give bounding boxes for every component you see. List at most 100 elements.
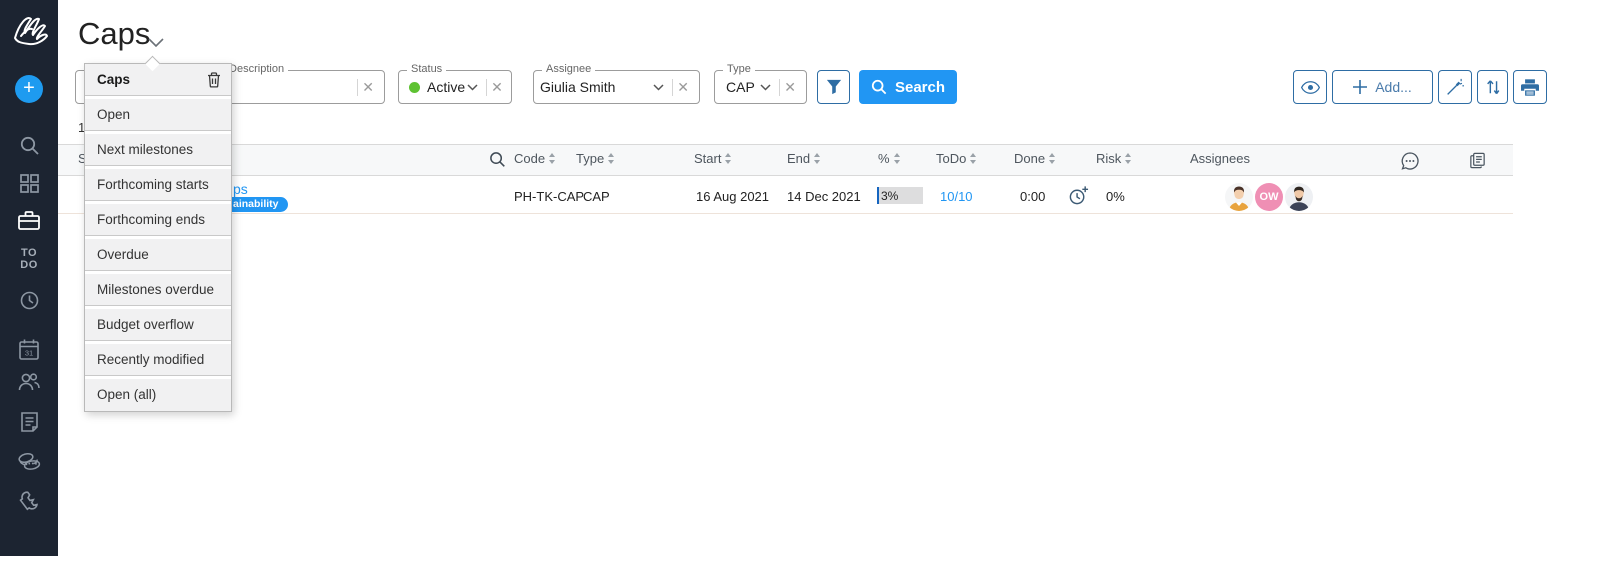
menu-item-open[interactable]: Open xyxy=(85,99,231,131)
menu-item-caps[interactable]: Caps xyxy=(85,64,231,96)
sidebar-item-budget[interactable] xyxy=(0,449,58,473)
dashboard-grid-icon xyxy=(19,173,40,194)
calendar-icon: 31 xyxy=(18,338,40,361)
menu-item-recently-modified[interactable]: Recently modified xyxy=(85,344,231,376)
assignee-dropdown-toggle[interactable] xyxy=(651,84,666,91)
delete-view-button[interactable] xyxy=(207,72,221,88)
status-value: Active xyxy=(427,79,465,95)
type-filter-label: Type xyxy=(723,63,755,75)
sidebar-item-calendar[interactable]: 31 xyxy=(0,337,58,361)
column-header-code[interactable]: Code xyxy=(514,151,556,166)
clear-description-icon[interactable]: ✕ xyxy=(357,79,378,96)
sidebar-item-admin[interactable] xyxy=(0,489,58,513)
assignee-avatar xyxy=(1285,183,1313,211)
menu-item-open-all[interactable]: Open (all) xyxy=(85,379,231,411)
chevron-down-icon xyxy=(467,84,478,91)
assignee-avatar-initials: OW xyxy=(1255,183,1283,211)
sidebar-item-todo[interactable]: TODO xyxy=(0,247,58,271)
cell-done-time: 0:00 xyxy=(1020,189,1045,204)
sort-icon xyxy=(1125,153,1132,164)
type-filter-field[interactable]: Type CAP ✕ xyxy=(714,70,807,104)
column-header-risk[interactable]: Risk xyxy=(1096,151,1132,166)
sort-icon xyxy=(970,153,977,164)
menu-item-forthcoming-ends[interactable]: Forthcoming ends xyxy=(85,204,231,236)
search-button[interactable]: Search xyxy=(859,70,957,104)
sidebar-item-projects[interactable] xyxy=(0,208,58,232)
trash-icon xyxy=(207,72,221,88)
clock-plus-icon xyxy=(1068,185,1089,206)
view-button[interactable] xyxy=(1293,70,1327,104)
chevron-down-icon xyxy=(760,84,771,91)
cell-risk: 0% xyxy=(1106,189,1125,204)
advanced-filter-button[interactable] xyxy=(817,70,850,104)
menu-item-overdue[interactable]: Overdue xyxy=(85,239,231,271)
sort-icon xyxy=(814,153,821,164)
filter-funnel-icon xyxy=(826,79,842,95)
search-icon xyxy=(871,79,887,95)
coins-icon xyxy=(17,450,42,472)
wizard-button[interactable] xyxy=(1438,70,1472,104)
column-header-todo[interactable]: ToDo xyxy=(936,151,977,166)
menu-item-budget-overflow[interactable]: Budget overflow xyxy=(85,309,231,341)
sidebar-item-search[interactable] xyxy=(0,134,58,156)
cell-end-date: 14 Dec 2021 xyxy=(787,189,861,204)
status-dropdown-toggle[interactable] xyxy=(465,84,480,91)
column-header-assignees: Assignees xyxy=(1190,151,1250,166)
sort-icon xyxy=(725,153,732,164)
briefcase-icon xyxy=(17,209,41,232)
status-filter-label: Status xyxy=(407,63,446,75)
assignee-value: Giulia Smith xyxy=(540,79,615,95)
comment-bubble-icon xyxy=(1400,151,1420,171)
clear-status-icon[interactable]: ✕ xyxy=(486,79,507,96)
title-menu-toggle[interactable] xyxy=(148,34,164,52)
row-divider xyxy=(58,213,1513,214)
column-header-type[interactable]: Type xyxy=(576,151,615,166)
views-dropdown-menu: Caps Open Next milestones Forthcoming st… xyxy=(84,63,232,412)
assignee-avatar xyxy=(1225,183,1253,211)
print-button[interactable] xyxy=(1513,70,1547,104)
chevron-down-icon xyxy=(148,38,164,47)
plus-icon[interactable]: + xyxy=(15,75,43,103)
column-header-start[interactable]: Start xyxy=(694,151,732,166)
column-header-done[interactable]: Done xyxy=(1014,151,1056,166)
wrench-icon xyxy=(18,490,41,513)
search-button-label: Search xyxy=(895,79,945,96)
add-new-button[interactable]: + xyxy=(0,75,58,103)
menu-item-next-milestones[interactable]: Next milestones xyxy=(85,134,231,166)
add-time-button[interactable] xyxy=(1068,185,1089,209)
cell-start-date: 16 Aug 2021 xyxy=(696,189,769,204)
comments-column-icon[interactable] xyxy=(1400,151,1420,171)
sidebar-item-documents[interactable] xyxy=(0,410,58,434)
sidebar-item-time[interactable] xyxy=(0,289,58,311)
assignee-filter-field[interactable]: Assignee Giulia Smith ✕ xyxy=(533,70,700,104)
chevron-down-icon xyxy=(653,84,664,91)
column-header-percent[interactable]: % xyxy=(878,151,901,166)
progress-fill xyxy=(877,187,879,204)
item-title-link[interactable]: ps xyxy=(233,181,248,197)
sidebar-item-dashboard[interactable] xyxy=(0,172,58,194)
sort-icon xyxy=(1049,153,1056,164)
copy-column-icon[interactable] xyxy=(1468,151,1487,170)
status-active-dot xyxy=(409,82,420,93)
table-header-bar xyxy=(58,144,1513,176)
svg-text:31: 31 xyxy=(25,348,33,357)
type-dropdown-toggle[interactable] xyxy=(758,84,773,91)
search-icon xyxy=(19,135,40,156)
cell-code: PH-TK-CAP xyxy=(514,189,584,204)
add-button[interactable]: Add... xyxy=(1332,70,1433,104)
document-icon xyxy=(19,411,40,434)
column-header-end[interactable]: End xyxy=(787,151,821,166)
status-filter-field[interactable]: Status Active ✕ xyxy=(398,70,512,104)
plus-icon xyxy=(1353,80,1367,94)
cell-todo-link[interactable]: 10/10 xyxy=(940,189,973,204)
sort-icon xyxy=(549,153,556,164)
menu-item-milestones-overdue[interactable]: Milestones overdue xyxy=(85,274,231,306)
sort-button[interactable] xyxy=(1477,70,1508,104)
sidebar-item-people[interactable] xyxy=(0,370,58,394)
clock-icon xyxy=(19,290,40,311)
column-search-icon[interactable] xyxy=(489,151,506,168)
progress-percent: 3% xyxy=(881,189,898,203)
menu-item-forthcoming-starts[interactable]: Forthcoming starts xyxy=(85,169,231,201)
clear-type-icon[interactable]: ✕ xyxy=(779,79,800,96)
clear-assignee-icon[interactable]: ✕ xyxy=(672,79,693,96)
